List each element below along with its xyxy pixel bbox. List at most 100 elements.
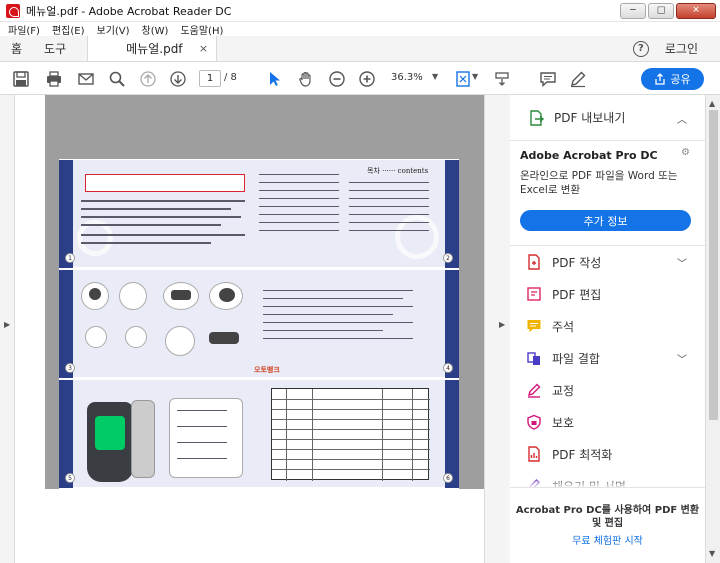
menu-file[interactable]: 파일(F) <box>8 22 40 37</box>
maximize-button[interactable]: □ <box>648 3 674 19</box>
minimize-button[interactable]: ─ <box>620 3 646 19</box>
export-pdf-icon <box>530 109 544 126</box>
product-part <box>219 288 235 302</box>
page-fit-dropdown-icon[interactable]: ▼ <box>472 72 478 81</box>
free-trial-link[interactable]: 무료 체험판 시작 <box>510 532 705 547</box>
tool-create-pdf[interactable]: PDF 작성 ﹀ <box>510 246 705 278</box>
menu-view[interactable]: 보기(V) <box>97 22 130 37</box>
toc-line <box>349 182 429 183</box>
tool-redact[interactable]: 교정 <box>510 374 705 406</box>
document-viewer[interactable]: 목차 ······ contents 1 2 오토뱅크 3 4 5 6 <box>15 95 500 563</box>
zoom-level[interactable]: 36.3% <box>391 72 423 83</box>
product-description: 온라인으로 PDF 파일을 Word 또는 Excel로 변환 <box>520 170 678 196</box>
page-number: 3 <box>65 363 75 373</box>
tab-tools[interactable]: 도구 <box>33 36 77 61</box>
page-fit-button[interactable] <box>453 69 473 89</box>
page-count: / 8 <box>224 72 237 83</box>
minus-circle-icon <box>329 71 345 87</box>
section-sidebar-right <box>445 380 459 488</box>
remote-screen <box>95 416 125 450</box>
next-page-button[interactable] <box>168 69 188 89</box>
toc-line <box>259 174 339 175</box>
right-pane-toggle[interactable]: ▶ <box>484 95 510 563</box>
zoom-dropdown-icon[interactable]: ▼ <box>432 72 438 81</box>
spec-table <box>271 388 430 481</box>
zoom-out-button[interactable] <box>327 69 347 89</box>
section-sidebar-left <box>59 160 73 268</box>
search-icon <box>109 71 125 87</box>
text-line <box>177 410 227 411</box>
product-part-image <box>125 326 147 348</box>
tool-comment[interactable]: 주석 <box>510 310 705 342</box>
save-button[interactable] <box>11 69 31 89</box>
page-number-input[interactable]: 1 <box>199 70 221 87</box>
zoom-in-button[interactable] <box>357 69 377 89</box>
product-part <box>209 332 239 344</box>
close-tab-icon[interactable]: × <box>199 42 208 55</box>
toc-line <box>349 222 429 223</box>
create-pdf-icon <box>526 254 542 270</box>
close-button[interactable]: ✕ <box>676 3 716 19</box>
text-line <box>177 426 227 427</box>
search-button[interactable] <box>107 69 127 89</box>
plus-circle-icon <box>359 71 375 87</box>
tool-edit-pdf[interactable]: PDF 편집 <box>510 278 705 310</box>
tool-optimize-pdf[interactable]: PDF 최적화 <box>510 438 705 470</box>
combine-files-icon <box>526 350 542 366</box>
sign-button[interactable] <box>568 69 588 89</box>
tool-protect[interactable]: 보호 <box>510 406 705 438</box>
comment-button[interactable] <box>538 69 558 89</box>
scroll-up-icon[interactable]: ▲ <box>709 99 715 108</box>
menu-help[interactable]: 도움말(H) <box>180 22 223 37</box>
chevron-down-icon[interactable]: ﹀ <box>677 351 687 366</box>
maximize-icon: □ <box>656 5 666 16</box>
email-button[interactable] <box>76 69 96 89</box>
page-number: 5 <box>65 473 75 483</box>
text-line <box>81 216 241 218</box>
toc-line <box>349 206 429 207</box>
select-tool-button[interactable] <box>264 69 284 89</box>
hand-icon <box>299 71 311 87</box>
page-number: 1 <box>65 253 75 263</box>
tab-document[interactable]: 메뉴얼.pdf × <box>87 36 218 61</box>
chevron-up-icon[interactable]: ︿ <box>677 111 687 126</box>
more-info-button[interactable]: 추가 정보 <box>520 210 691 231</box>
previous-page-button[interactable] <box>138 69 158 89</box>
tool-combine-files[interactable]: 파일 결합 ﹀ <box>510 342 705 374</box>
section-sidebar-right <box>445 160 459 268</box>
toc-line <box>349 230 429 231</box>
chevron-down-icon[interactable]: ﹀ <box>677 255 687 270</box>
print-button[interactable] <box>44 69 64 89</box>
scrollbar-thumb[interactable] <box>709 110 718 420</box>
section-sidebar-right <box>445 270 459 378</box>
hand-tool-button[interactable] <box>296 69 316 89</box>
export-pdf-section[interactable]: PDF 내보내기 ︿ <box>510 95 705 141</box>
promo-text: Acrobat Pro DC를 사용하여 PDF 변환 및 편집 <box>515 505 700 529</box>
page-number: 2 <box>443 253 453 263</box>
menu-window[interactable]: 창(W) <box>142 22 169 37</box>
convert-settings-icon[interactable]: ⚙ <box>681 147 690 158</box>
help-icon[interactable]: ? <box>632 40 649 57</box>
scroll-mode-button[interactable] <box>492 69 512 89</box>
menu-edit[interactable]: 편집(E) <box>52 22 85 37</box>
share-button[interactable]: 공유 <box>641 68 704 90</box>
tab-home[interactable]: 홈 <box>0 36 33 61</box>
product-part <box>89 288 101 300</box>
edit-pdf-icon <box>526 286 542 302</box>
brand-logo: 오토뱅크 <box>254 366 280 374</box>
optimize-pdf-icon <box>526 446 542 462</box>
toc-line <box>259 230 339 231</box>
tab-bar: 홈 도구 메뉴얼.pdf × ? 로그인 <box>0 36 720 62</box>
text-line <box>263 322 413 323</box>
scroll-mode-icon <box>495 72 509 86</box>
toc-line <box>349 214 429 215</box>
login-button[interactable]: 로그인 <box>665 40 698 57</box>
protect-icon <box>526 414 542 430</box>
scroll-down-icon[interactable]: ▼ <box>709 549 715 558</box>
share-icon <box>655 73 666 85</box>
tools-pane-scrollbar[interactable]: ▲ ▼ <box>705 95 720 563</box>
text-line <box>263 338 413 339</box>
toc-line <box>259 214 339 215</box>
left-nav-pane-toggle[interactable]: ▶ <box>0 95 15 563</box>
share-label: 공유 <box>670 73 691 86</box>
